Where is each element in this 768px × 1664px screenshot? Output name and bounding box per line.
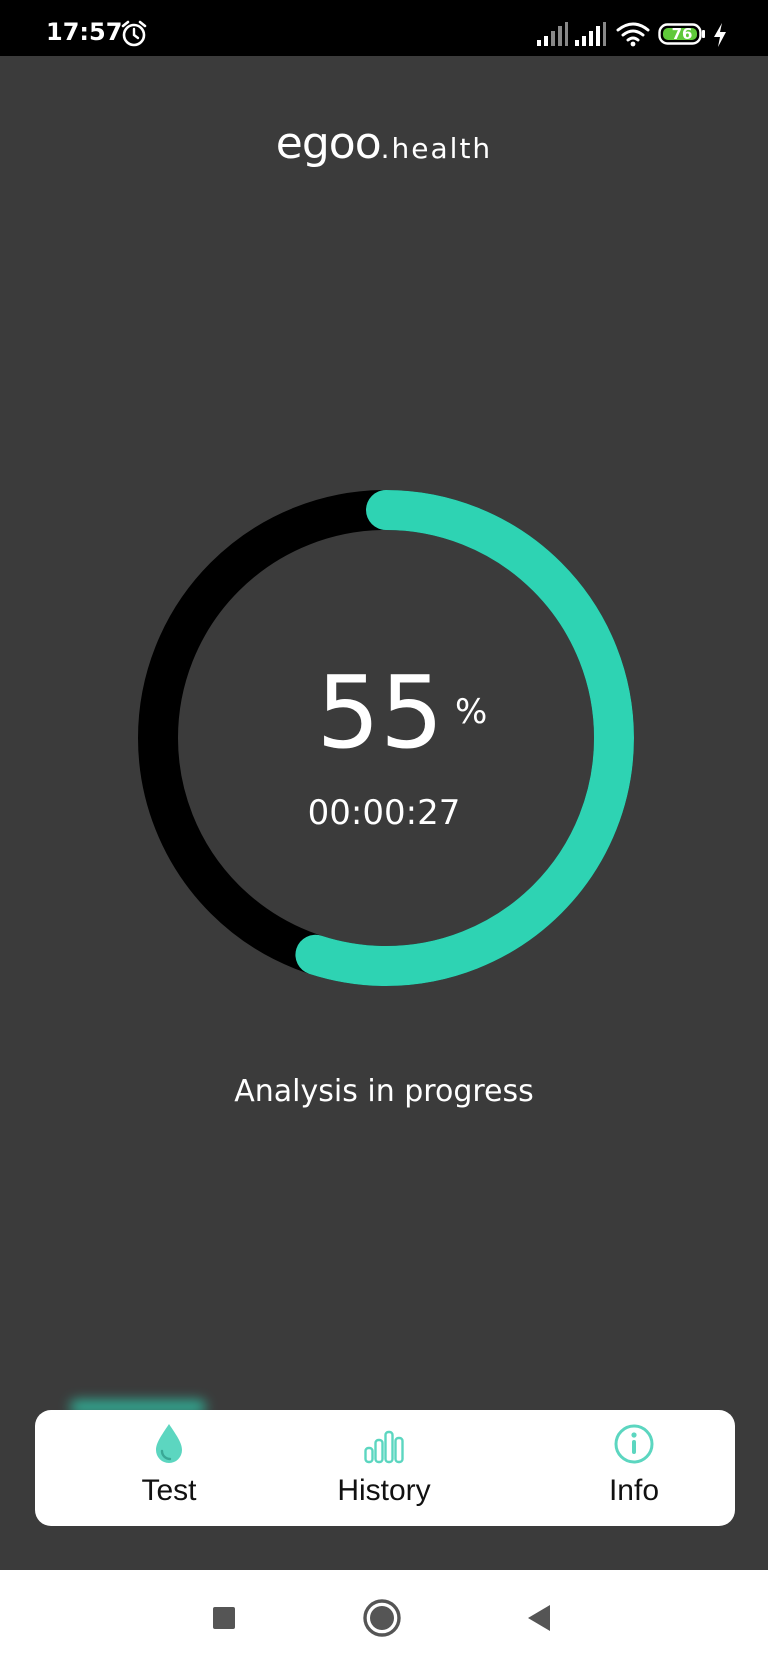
battery-level: 76 xyxy=(671,25,693,43)
signal-icon xyxy=(537,22,568,46)
status-bar: 17:57 76 xyxy=(0,0,768,56)
alarm-icon xyxy=(121,20,147,47)
app-logo: egoo.health xyxy=(0,118,768,169)
progress-percent: 55 xyxy=(316,654,444,771)
recents-square-icon[interactable] xyxy=(202,1596,246,1640)
logo-suffix: .health xyxy=(380,132,493,165)
tab-info[interactable]: Info xyxy=(534,1410,734,1526)
back-triangle-icon[interactable] xyxy=(518,1596,562,1640)
bar-chart-icon xyxy=(364,1430,404,1464)
charging-bolt-icon xyxy=(714,23,726,47)
tab-test[interactable]: Test xyxy=(69,1410,269,1526)
tab-history-label: History xyxy=(337,1474,431,1507)
tab-history[interactable]: History xyxy=(284,1410,484,1526)
tab-info-label: Info xyxy=(608,1474,660,1507)
status-time: 17:57 xyxy=(46,18,123,46)
signal-icon xyxy=(575,22,606,46)
info-icon xyxy=(614,1424,654,1464)
elapsed-timer: 00:00:27 xyxy=(307,793,461,833)
wifi-icon xyxy=(616,22,650,47)
percent-sign: % xyxy=(455,692,488,732)
system-nav-bar xyxy=(0,1570,768,1664)
bottom-nav: Test History Info xyxy=(35,1410,735,1526)
home-circle-icon[interactable] xyxy=(360,1596,404,1640)
tab-test-label: Test xyxy=(141,1474,197,1507)
logo-wordmark: egoo xyxy=(275,118,382,169)
drop-icon xyxy=(156,1424,182,1463)
analysis-status: Analysis in progress xyxy=(234,1074,534,1109)
